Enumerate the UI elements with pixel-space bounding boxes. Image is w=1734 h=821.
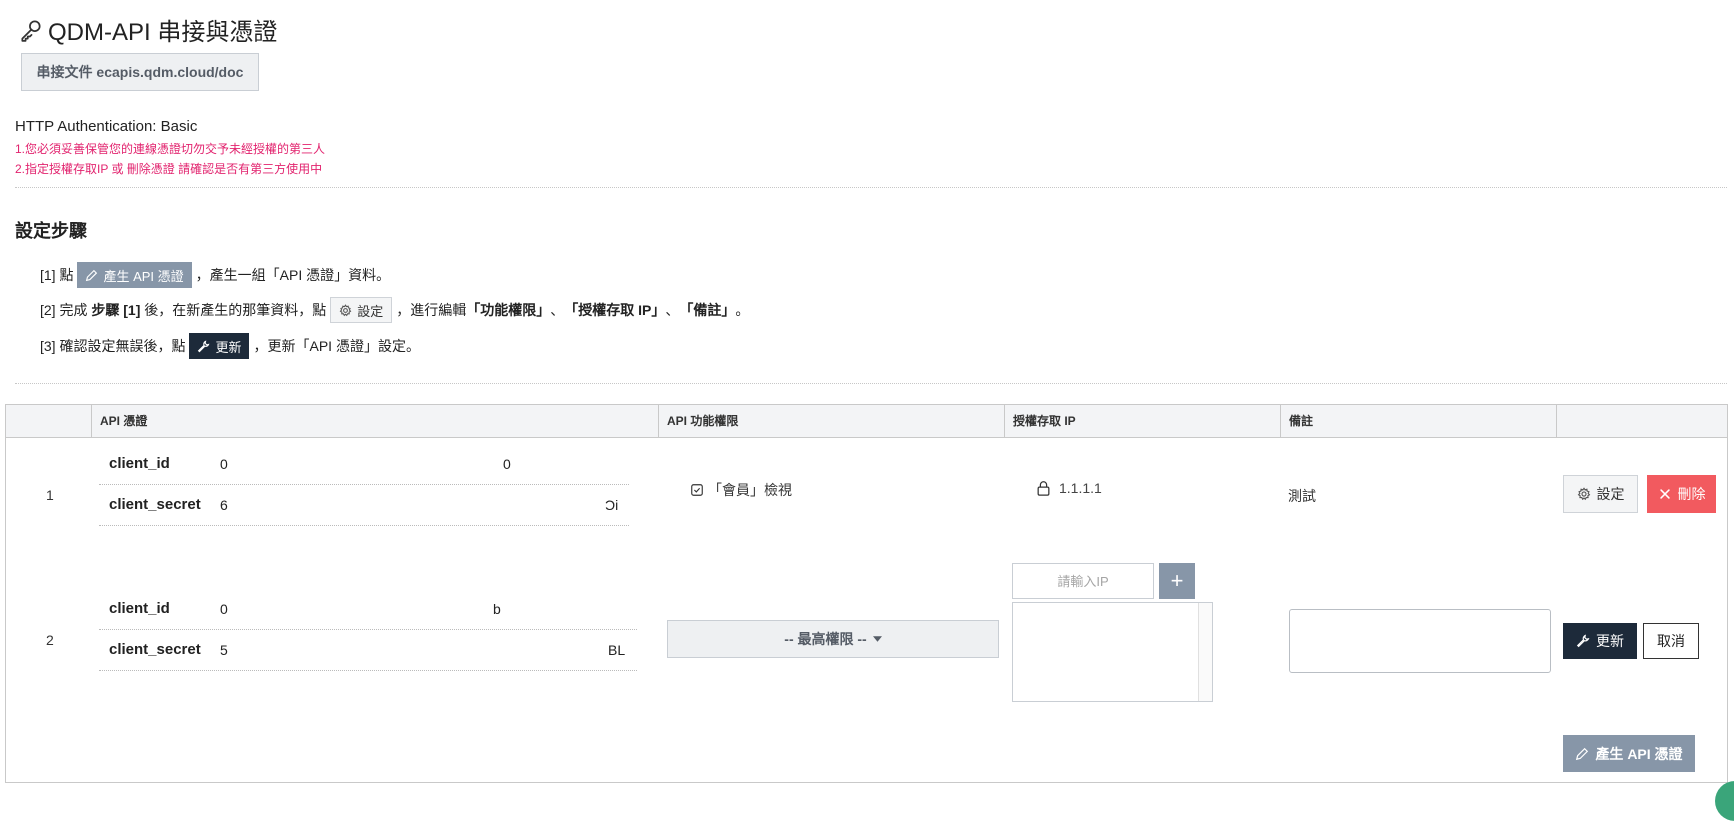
steps-title: 設定步驟 <box>15 221 87 241</box>
cancel-button[interactable]: 取消 <box>1643 623 1699 659</box>
client-secret-value: 5 <box>220 642 228 658</box>
permission-select-value: -- 最高權限 -- <box>784 631 867 647</box>
delete-button[interactable]: 刪除 <box>1647 475 1716 513</box>
header-permissions: API 功能權限 <box>659 405 1005 438</box>
step-2-sep-1: 、 <box>550 302 565 318</box>
step-1-generate-chip: 產生 API 憑證 <box>77 262 192 288</box>
step-3-suffix: ，更新「API 憑證」設定。 <box>253 338 420 354</box>
step-1-suffix: ，產生一組「API 憑證」資料。 <box>195 267 391 283</box>
divider <box>15 187 1727 188</box>
header-note: 備註 <box>1281 405 1557 438</box>
header-actions <box>1557 405 1727 438</box>
client-id-tail: 0 <box>503 456 511 472</box>
header-index <box>6 405 92 438</box>
generate-button-label: 產生 API 憑證 <box>1595 745 1683 762</box>
auth-label: HTTP Authentication: Basic <box>15 118 198 135</box>
ip-value: 1.1.1.1 <box>1059 480 1102 496</box>
close-icon <box>1659 489 1670 499</box>
page-title: QDM-API 串接與憑證 <box>18 12 277 47</box>
divider <box>99 670 637 671</box>
update-button[interactable]: 更新 <box>1563 623 1637 659</box>
key-icon <box>21 19 41 42</box>
pencil-icon <box>86 269 98 281</box>
step-2-settings-chip: 設定 <box>330 297 393 323</box>
pencil-icon <box>1576 747 1589 760</box>
step-2: [2] 完成 步驟 [1] 後，在新產生的那筆資料，點 設定 ，進行編輯 「功能… <box>40 297 749 323</box>
divider <box>15 383 1727 384</box>
step-2-bold-2: 「授權存取 IP」 <box>564 302 666 318</box>
client-id-tail: b <box>493 601 501 617</box>
client-id-value: 0 <box>220 601 228 617</box>
step-2-after: ，進行編輯 <box>396 302 467 318</box>
step-2-bold-1: 「功能權限」 <box>466 302 551 318</box>
note-text: 測試 <box>1288 488 1316 504</box>
client-secret-tail: BL <box>608 642 626 658</box>
settings-button[interactable]: 設定 <box>1563 475 1638 513</box>
wrench-icon <box>1576 634 1590 648</box>
client-id-label: client_id <box>109 600 170 617</box>
gear-icon <box>339 303 352 316</box>
delete-button-label: 刪除 <box>1677 486 1706 502</box>
step-2-bold-3: 「備註」 <box>679 302 736 318</box>
step-2-mid: 後，在新產生的那筆資料，點 <box>140 302 327 318</box>
client-secret-label: client_secret <box>109 641 201 658</box>
client-secret-tail: Ͻi <box>605 497 619 513</box>
client-secret-value: 6 <box>220 497 228 513</box>
client-id-value: 0 <box>220 456 228 472</box>
step-2-sep-2: 、 <box>665 302 680 318</box>
step-2-end: 。 <box>735 302 750 318</box>
permission-item: 「會員」檢視 <box>690 480 792 500</box>
step-2-bold-ref: 步驟 [1] <box>91 302 141 318</box>
chat-widget-button[interactable] <box>1715 781 1734 821</box>
doc-link-button[interactable]: 串接文件 ecapis.qdm.cloud/doc <box>21 53 259 91</box>
row-number: 2 <box>46 632 54 648</box>
ip-list[interactable] <box>1012 602 1213 702</box>
table-header: API 憑證 API 功能權限 授權存取 IP 備註 <box>6 405 1727 438</box>
lock-icon <box>1037 481 1050 496</box>
step-3-update-chip: 更新 <box>189 333 250 359</box>
gear-icon <box>1577 487 1590 501</box>
header-ip: 授權存取 IP <box>1005 405 1281 438</box>
client-id-label: client_id <box>109 455 170 472</box>
authorized-ip: 1.1.1.1 <box>1036 480 1102 496</box>
warning-1: 1.您必須妥善保管您的連線憑證切勿交予未經授權的第三人 <box>15 142 326 156</box>
permission-label: 「會員」檢視 <box>708 482 792 498</box>
row-number: 1 <box>46 487 54 503</box>
settings-button-label: 設定 <box>1596 486 1625 502</box>
step-1: [1] 點 產生 API 憑證 ，產生一組「API 憑證」資料。 <box>40 262 390 288</box>
step-2-chip-label: 設定 <box>357 303 384 319</box>
step-3: [3] 確認設定無誤後，點 更新 ，更新「API 憑證」設定。 <box>40 333 420 359</box>
ip-input[interactable] <box>1012 563 1154 599</box>
step-2-prefix: [2] 完成 <box>40 302 92 318</box>
permission-select[interactable]: -- 最高權限 -- <box>667 620 999 658</box>
header-credentials: API 憑證 <box>92 405 659 438</box>
page-title-text: QDM-API 串接與憑證 <box>48 19 278 46</box>
divider <box>99 629 637 630</box>
add-ip-button[interactable]: + <box>1159 563 1195 599</box>
divider <box>99 484 629 485</box>
wrench-icon <box>198 340 210 352</box>
step-1-prefix: [1] 點 <box>40 267 74 283</box>
divider <box>99 525 629 526</box>
warning-2: 2.指定授權存取IP 或 刪除憑證 請確認是否有第三方使用中 <box>15 162 323 176</box>
step-3-prefix: [3] 確認設定無誤後，點 <box>40 338 186 354</box>
api-credentials-table: API 憑證 API 功能權限 授權存取 IP 備註 1 client_id 0… <box>5 404 1728 783</box>
checkbox-checked-icon <box>691 484 703 496</box>
caret-down-icon <box>872 636 882 642</box>
step-1-chip-label: 產生 API 憑證 <box>103 268 184 284</box>
generate-api-credentials-button[interactable]: 產生 API 憑證 <box>1563 735 1695 772</box>
client-secret-label: client_secret <box>109 496 201 513</box>
ip-list-scrollbar[interactable] <box>1198 603 1212 701</box>
update-button-label: 更新 <box>1596 633 1624 649</box>
note-textarea[interactable] <box>1289 609 1551 673</box>
step-3-chip-label: 更新 <box>215 339 242 355</box>
